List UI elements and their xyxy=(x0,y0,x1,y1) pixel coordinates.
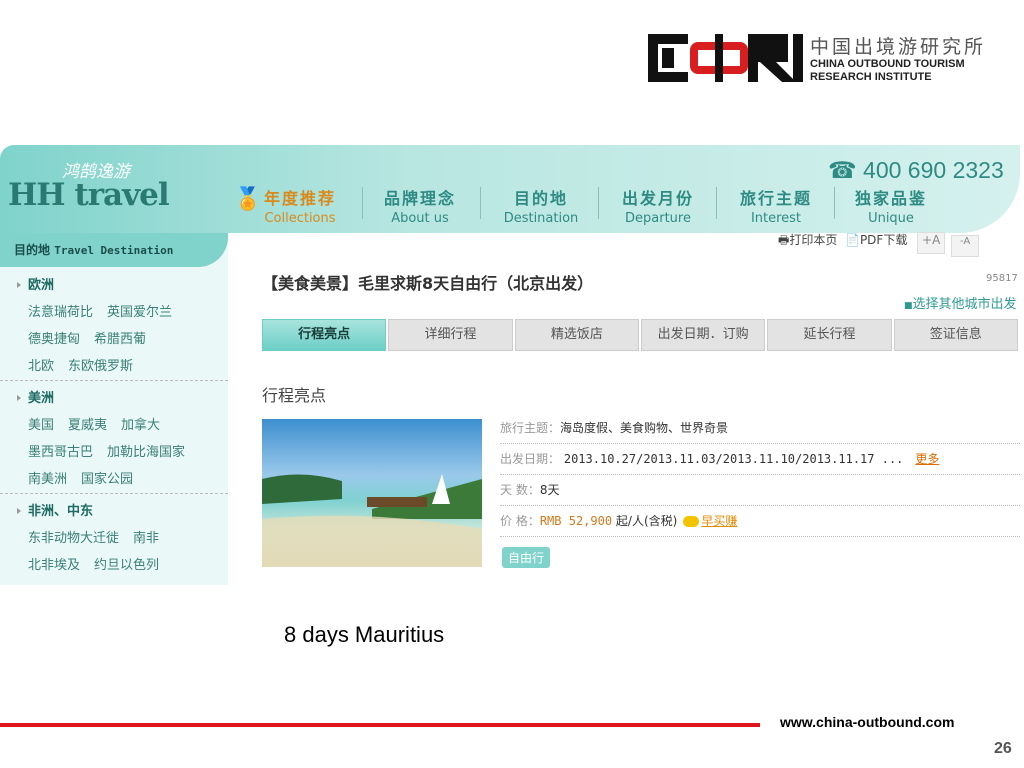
nav-divider xyxy=(834,187,835,219)
tab-hotels[interactable]: 精选饭店 xyxy=(514,319,639,351)
destination-link[interactable]: 南美洲 xyxy=(28,472,67,487)
destination-link[interactable]: 南非 xyxy=(133,531,159,546)
destination-link[interactable]: 加拿大 xyxy=(121,418,160,433)
cotri-logo: 中国出境游研究所 CHINA OUTBOUND TOURISM RESEARCH … xyxy=(648,32,1008,88)
footer-divider xyxy=(0,723,760,727)
nav-collections[interactable]: 年度推荐 Collections xyxy=(262,185,338,226)
other-city-link[interactable]: ■选择其他城市出发 xyxy=(904,293,1017,312)
early-bird-link[interactable]: 早买赚 xyxy=(701,514,737,528)
region-africa-middle-east: 非洲、中东 东非动物大迁徙 南非 北非埃及 约旦以色列 xyxy=(0,499,228,579)
logo-en-text: CHINA OUTBOUND TOURISM RESEARCH INSTITUTE xyxy=(810,58,965,83)
page-number: 26 xyxy=(994,740,1012,757)
font-increase-button[interactable]: +A xyxy=(917,232,946,254)
info-theme: 旅行主题：海岛度假、美食购物、世界奇景 xyxy=(500,413,1020,444)
product-title: 【美食美景】毛里求斯8天自由行（北京出发） xyxy=(262,274,594,293)
tab-visa[interactable]: 签证信息 xyxy=(893,319,1018,351)
destination-link[interactable]: 墨西哥古巴 xyxy=(28,445,93,460)
phone-icon: ☎ xyxy=(828,157,857,183)
tab-extensions[interactable]: 延长行程 xyxy=(767,319,892,351)
coin-icon xyxy=(683,516,700,527)
destination-link[interactable]: 北欧 xyxy=(28,359,54,374)
destination-sidebar: 目的地 Travel Destination 欧洲 法意瑞荷比 英国爱尔兰 德奥捷… xyxy=(0,233,228,585)
logo-cn-text: 中国出境游研究所 xyxy=(810,36,987,58)
region-europe: 欧洲 法意瑞荷比 英国爱尔兰 德奥捷匈 希腊西葡 北欧 东欧俄罗斯 xyxy=(0,273,228,381)
site-header: 鸿鹄逸游 HH travel ☎ 400 690 2323 🏅 年度推荐 Coll… xyxy=(0,145,1020,233)
more-dates-link[interactable]: 更多 xyxy=(915,452,939,466)
info-price: 价 格：RMB 52,900 起/人(含税) 早买赚 xyxy=(500,506,1020,537)
destination-link[interactable]: 德奥捷匈 xyxy=(28,332,80,347)
product-code: 95817 xyxy=(986,273,1018,284)
font-decrease-button[interactable]: -A xyxy=(951,235,980,257)
region-americas: 美洲 美国 夏威夷 加拿大 墨西哥古巴 加勒比海国家 南美洲 国家公园 xyxy=(0,386,228,494)
nav-about-us[interactable]: 品牌理念 About us xyxy=(378,185,462,226)
destination-link[interactable]: 英国爱尔兰 xyxy=(107,305,172,320)
nav-destination[interactable]: 目的地 Destination xyxy=(496,185,586,226)
nav-divider xyxy=(598,187,599,219)
page-tools: 🖶打印本页 📄PDF下载 +A -A xyxy=(778,231,980,257)
mauritius-photo xyxy=(262,419,482,567)
destination-link[interactable]: 夏威夷 xyxy=(68,418,107,433)
printer-icon: 🖶 xyxy=(778,233,790,247)
destination-link[interactable]: 国家公园 xyxy=(81,472,133,487)
sidebar-title: 目的地 Travel Destination xyxy=(0,233,228,267)
nav-departure[interactable]: 出发月份 Departure xyxy=(614,185,702,226)
nav-divider xyxy=(480,187,481,219)
section-heading: 行程亮点 xyxy=(262,386,327,405)
destination-link[interactable]: 东非动物大迁徙 xyxy=(28,531,119,546)
nav-interest[interactable]: 旅行主题 Interest xyxy=(734,185,818,226)
tab-dates-booking[interactable]: 出发日期．订购 xyxy=(640,319,766,351)
destination-link[interactable]: 希腊西葡 xyxy=(94,332,146,347)
destination-link[interactable]: 北非埃及 xyxy=(28,558,80,573)
independent-travel-tag: 自由行 xyxy=(502,547,551,568)
region-title[interactable]: 欧洲 xyxy=(0,273,228,299)
pdf-download-button[interactable]: 📄PDF下载 xyxy=(845,233,907,247)
region-title[interactable]: 非洲、中东 xyxy=(0,499,228,525)
brand-logo[interactable]: HH travel xyxy=(8,177,170,213)
print-button[interactable]: 🖶打印本页 xyxy=(778,233,837,247)
award-medal-icon: 🏅 xyxy=(234,187,262,212)
destination-link[interactable]: 法意瑞荷比 xyxy=(28,305,93,320)
info-days: 天 数：8天 xyxy=(500,475,1020,506)
website-screenshot: 鸿鹄逸游 HH travel ☎ 400 690 2323 🏅 年度推荐 Coll… xyxy=(0,145,1022,585)
destination-link[interactable]: 东欧俄罗斯 xyxy=(68,359,133,374)
tab-itinerary[interactable]: 详细行程 xyxy=(388,319,513,351)
phone-number: ☎ 400 690 2323 xyxy=(828,157,1004,183)
cotri-logo-mark xyxy=(648,34,803,82)
nav-divider xyxy=(362,187,363,219)
nav-unique[interactable]: 独家品鉴 Unique xyxy=(846,185,936,226)
info-dates: 出发日期： 2013.10.27/2013.11.03/2013.11.10/2… xyxy=(500,444,1020,475)
tab-highlights[interactable]: 行程亮点 xyxy=(262,319,387,351)
product-tabs: 行程亮点 详细行程 精选饭店 出发日期．订购 延长行程 签证信息 xyxy=(262,319,1018,351)
slide-caption: 8 days Mauritius xyxy=(284,622,445,647)
nav-divider xyxy=(716,187,717,219)
footer-url: www.china-outbound.com xyxy=(780,714,955,730)
grid-icon: ■ xyxy=(904,301,913,311)
pdf-icon: 📄 xyxy=(844,233,860,247)
destination-link[interactable]: 加勒比海国家 xyxy=(107,445,185,460)
destination-link[interactable]: 美国 xyxy=(28,418,54,433)
destination-link[interactable]: 约旦以色列 xyxy=(94,558,159,573)
region-title[interactable]: 美洲 xyxy=(0,386,228,412)
